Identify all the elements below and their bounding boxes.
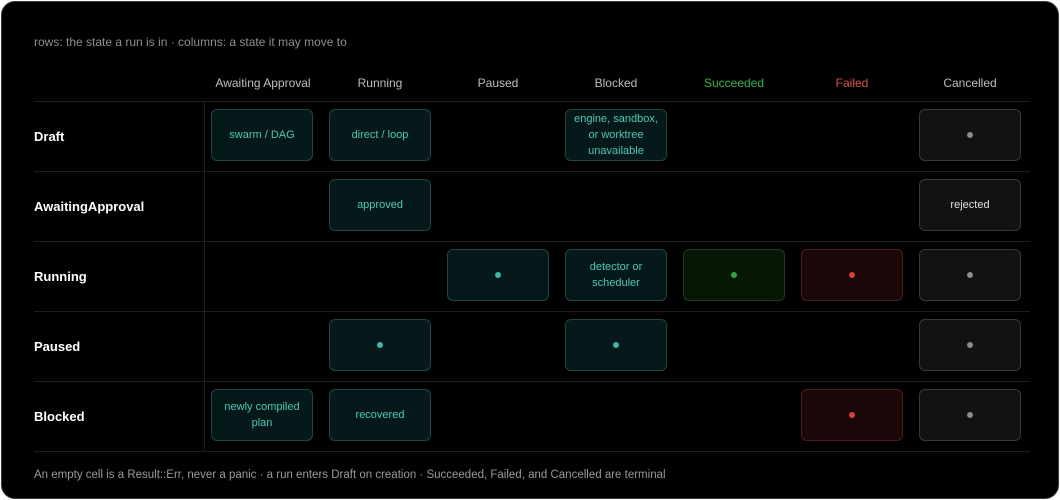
- transition-blocked-to-cancelled: [919, 389, 1021, 441]
- allowed-dot-icon: [731, 272, 737, 278]
- transition-label: rejected: [950, 199, 990, 211]
- transition-blocked-to-awaiting-approval: newly compiled plan: [211, 389, 313, 441]
- transition-label: approved: [357, 199, 403, 211]
- row-header-paused: Paused: [34, 338, 81, 354]
- transition-blocked-to-running: recovered: [329, 389, 431, 441]
- transition-label: engine, sandbox, or worktree unavailable: [574, 113, 658, 157]
- transition-label: swarm / DAG: [229, 129, 295, 141]
- column-header-succeeded: Succeeded: [703, 75, 765, 90]
- transition-paused-to-cancelled: [919, 319, 1021, 371]
- column-header-running: Running: [357, 75, 403, 90]
- transition-running-to-blocked: detector or scheduler: [565, 249, 667, 301]
- allowed-dot-icon: [849, 412, 855, 418]
- row-header-draft: Draft: [34, 128, 65, 144]
- column-header-failed: Failed: [835, 75, 869, 90]
- column-header-paused: Paused: [477, 75, 519, 90]
- allowed-dot-icon: [967, 412, 973, 418]
- allowed-dot-icon: [377, 342, 383, 348]
- transition-label: recovered: [355, 409, 405, 421]
- grid-divider: [34, 451, 1030, 452]
- row-header-divider: [204, 102, 205, 451]
- allowed-dot-icon: [849, 272, 855, 278]
- transition-running-to-cancelled: [919, 249, 1021, 301]
- transition-label: detector or scheduler: [589, 261, 643, 289]
- transition-paused-to-running: [329, 319, 431, 371]
- transition-blocked-to-failed: [801, 389, 903, 441]
- row-header-awaiting-approval: AwaitingApproval: [34, 198, 145, 214]
- allowed-dot-icon: [613, 342, 619, 348]
- transition-label: newly compiled plan: [224, 401, 300, 429]
- column-header-blocked: Blocked: [594, 75, 638, 90]
- transition-paused-to-blocked: [565, 319, 667, 371]
- transition-label: direct / loop: [351, 129, 409, 141]
- transition-awaiting-approval-to-cancelled: rejected: [919, 179, 1021, 231]
- row-header-blocked: Blocked: [34, 408, 85, 424]
- transition-matrix-panel: rows: the state a run is in · columns: a…: [1, 1, 1059, 499]
- matrix-footnote: An empty cell is a Result::Err, never a …: [34, 469, 666, 481]
- allowed-dot-icon: [967, 272, 973, 278]
- transition-running-to-failed: [801, 249, 903, 301]
- transition-draft-to-awaiting-approval: swarm / DAG: [211, 109, 313, 161]
- transition-draft-to-running: direct / loop: [329, 109, 431, 161]
- matrix-caption: rows: the state a run is in · columns: a…: [34, 35, 347, 49]
- allowed-dot-icon: [967, 132, 973, 138]
- column-header-cancelled: Cancelled: [943, 75, 997, 90]
- allowed-dot-icon: [495, 272, 501, 278]
- column-header-awaiting-approval: Awaiting Approval: [215, 75, 311, 90]
- allowed-dot-icon: [967, 342, 973, 348]
- transition-draft-to-blocked: engine, sandbox, or worktree unavailable: [565, 109, 667, 161]
- row-header-running: Running: [34, 268, 87, 284]
- transition-awaiting-approval-to-running: approved: [329, 179, 431, 231]
- transition-running-to-succeeded: [683, 249, 785, 301]
- transition-draft-to-cancelled: [919, 109, 1021, 161]
- transition-running-to-paused: [447, 249, 549, 301]
